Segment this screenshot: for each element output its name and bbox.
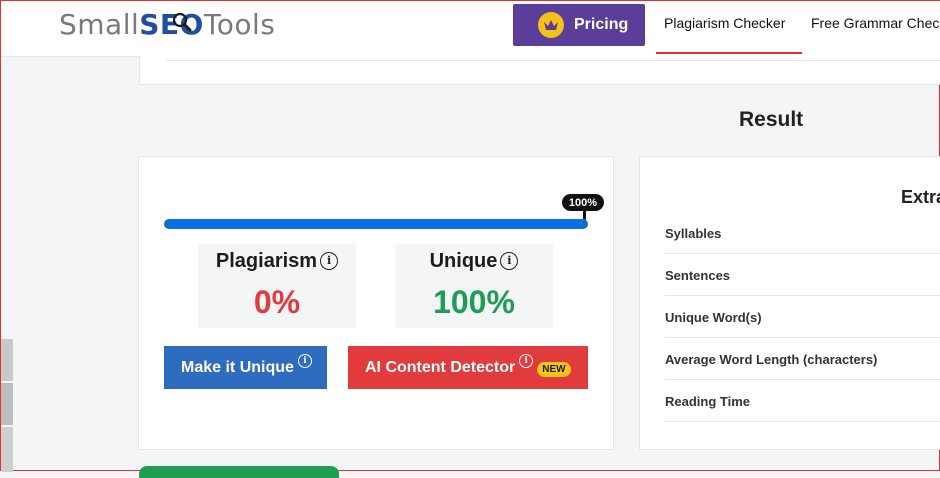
progress-percentage-tag: 100% (562, 194, 604, 211)
side-widget-tab[interactable] (1, 427, 13, 472)
extra-details-title: Extra (901, 187, 940, 207)
active-nav-indicator (656, 52, 802, 54)
detail-label: Average Word Length (characters) (665, 352, 878, 367)
info-icon[interactable]: i (297, 353, 312, 368)
unique-stat-box: Unique i 100% (395, 244, 553, 328)
detail-label: Syllables (665, 226, 722, 241)
plagiarism-percentage: 0% (253, 284, 301, 320)
site-header: Small SEO Tools Pricing Plagiarism Check… (1, 1, 940, 57)
progress-bar (164, 219, 588, 229)
new-badge: NEW (537, 361, 571, 377)
progress-bar-fill (164, 219, 588, 229)
ai-content-detector-label: AI Content Detector (365, 358, 516, 376)
logo-text-tools: Tools (203, 7, 276, 41)
unique-percentage: 100% (433, 284, 515, 320)
plagiarism-stat-label: Plagiarism i (198, 250, 356, 273)
detail-row-unique-words: Unique Word(s) (665, 296, 940, 338)
detail-label: Sentences (665, 268, 731, 283)
detail-label: Unique Word(s) (665, 310, 762, 325)
divider (166, 60, 940, 61)
nav-plagiarism-checker[interactable]: Plagiarism Checker (664, 15, 785, 31)
site-logo[interactable]: Small SEO Tools (59, 6, 275, 42)
plagiarism-label-text: Plagiarism (215, 250, 318, 272)
info-icon[interactable]: i (500, 252, 519, 270)
side-widget-tab[interactable] (1, 383, 13, 425)
pricing-label: Pricing (574, 16, 629, 33)
detail-row-reading-time: Reading Time (665, 380, 940, 422)
info-icon[interactable]: i (519, 353, 534, 368)
make-it-unique-label: Make it Unique (181, 358, 294, 376)
input-panel-bottom (139, 56, 940, 85)
detail-row-sentences: Sentences (665, 254, 940, 296)
crown-icon (538, 12, 564, 38)
pricing-button[interactable]: Pricing (513, 4, 645, 46)
info-icon[interactable]: i (320, 252, 339, 270)
magnifier-icon (173, 12, 192, 31)
download-report-button[interactable] (139, 466, 339, 478)
detail-row-syllables: Syllables (665, 212, 940, 254)
make-it-unique-button[interactable]: Make it Unique i (164, 346, 327, 389)
nav-free-grammar-checker[interactable]: Free Grammar Checker (811, 15, 940, 31)
unique-label-text: Unique (429, 250, 498, 272)
ai-content-detector-button[interactable]: AI Content Detector i NEW (348, 346, 588, 389)
result-heading: Result (739, 108, 804, 131)
plagiarism-stat-box: Plagiarism i 0% (198, 244, 356, 328)
unique-stat-label: Unique i (395, 250, 553, 273)
side-widget-tab[interactable] (1, 339, 13, 381)
detail-row-average-word-length: Average Word Length (characters) (665, 338, 940, 380)
logo-text-seo: SEO (139, 8, 204, 41)
logo-text-small: Small (59, 7, 140, 41)
detail-label: Reading Time (665, 394, 751, 409)
